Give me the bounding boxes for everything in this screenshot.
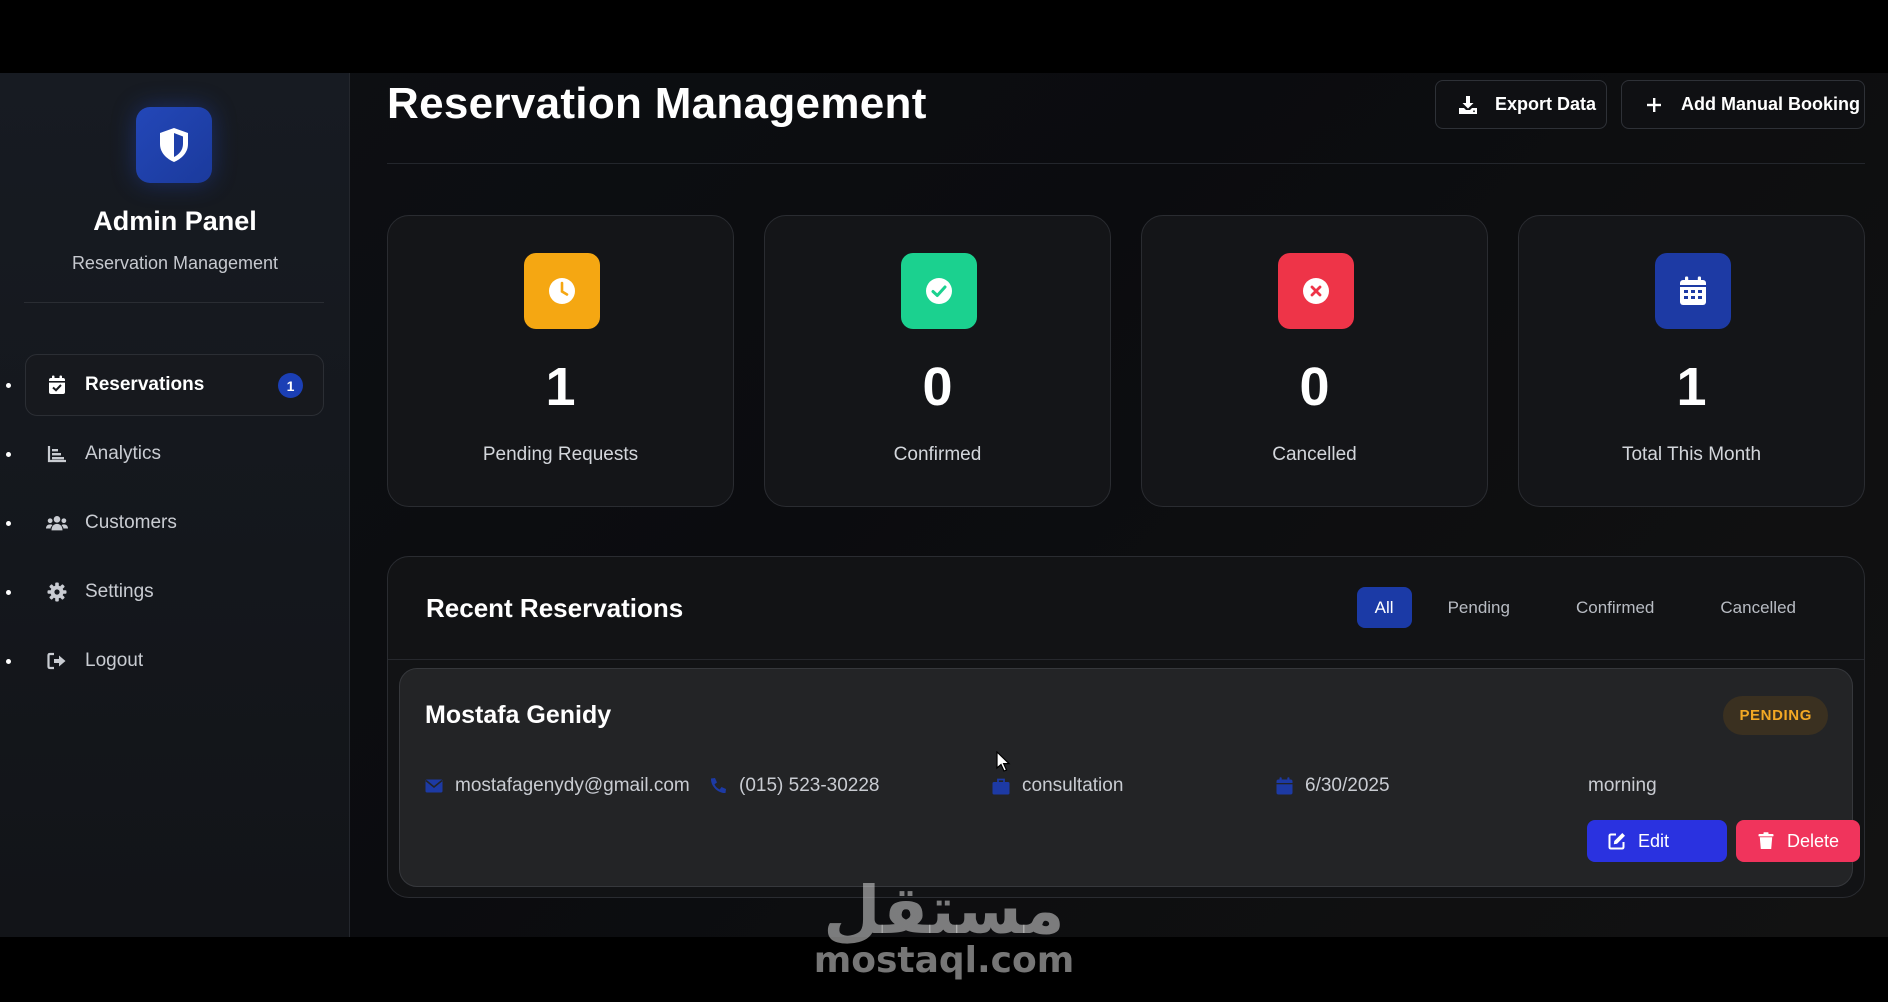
filter-tab-all[interactable]: All [1356,587,1412,628]
phone-field: (015) 523-30228 [709,775,880,797]
stat-value: 0 [922,357,953,417]
shield-logo [136,107,212,183]
list-bullet [6,521,11,526]
stat-value: 0 [1299,357,1330,417]
phone-value: (015) 523-30228 [739,775,880,796]
export-data-button[interactable]: Export Data [1435,80,1607,129]
check-circle-icon [926,278,952,304]
sidebar-item-settings[interactable]: Settings [0,561,350,623]
time-value: morning [1588,775,1657,796]
export-data-label: Export Data [1495,94,1597,114]
phone-icon [709,777,727,795]
shield-icon [160,128,188,162]
reservation-card: Mostafa Genidy PENDING mostafagenydy@gma… [399,668,1860,887]
date-field: 6/30/2025 [1275,775,1390,797]
sidebar-item-analytics[interactable]: Analytics [0,423,350,485]
recent-reservations-panel: Recent Reservations All Pending Confirme… [387,556,1865,898]
calendar-icon [1680,276,1706,305]
list-bullet [6,383,11,388]
brand-subtitle: Reservation Management [71,253,279,273]
date-value: 6/30/2025 [1305,775,1390,796]
mouse-cursor-icon [996,751,1011,772]
time-field: morning [1588,775,1657,797]
briefcase-icon [992,777,1010,795]
sidebar-item-reservations[interactable]: Reservations 1 [0,354,350,416]
app-frame: Admin Panel Reservation Management Reser… [0,73,1888,937]
sidebar-item-label: Logout [85,650,144,671]
stat-icon-box [1278,253,1354,329]
stat-label: Pending Requests [482,444,639,465]
download-icon [1457,94,1479,116]
stat-label: Cancelled [1272,444,1357,465]
stat-card-cancelled: 0 Cancelled [1141,215,1488,507]
filter-tab-cancelled[interactable]: Cancelled [1690,587,1826,628]
customer-name: Mostafa Genidy [425,701,612,729]
sidebar-item-logout[interactable]: Logout [0,630,350,692]
filter-tab-confirmed[interactable]: Confirmed [1546,587,1684,628]
gear-icon [46,582,68,602]
edit-label: Edit [1638,830,1670,851]
bar-chart-icon [46,444,68,464]
stat-value: 1 [545,357,576,417]
panel-divider [388,659,1864,660]
stat-label: Total This Month [1621,444,1762,465]
sidebar: Admin Panel Reservation Management Reser… [0,73,350,937]
delete-label: Delete [1787,830,1840,851]
stat-icon-box [524,253,600,329]
email-field: mostafagenydy@gmail.com [425,775,690,797]
sidebar-item-label: Customers [85,512,177,533]
service-value: consultation [1022,775,1124,796]
filter-tab-pending[interactable]: Pending [1418,587,1540,628]
sidebar-nav: Reservations 1 Analytics Customers Setti… [0,354,350,699]
brand-title: Admin Panel [93,206,257,236]
status-filter-tabs: All Pending Confirmed Cancelled [1356,587,1826,628]
calendar-icon [1275,777,1293,795]
sidebar-item-label: Settings [85,581,154,602]
header-divider [387,163,1865,164]
add-manual-booking-button[interactable]: Add Manual Booking [1621,80,1865,129]
stat-icon-box [901,253,977,329]
page-title: Reservation Management [387,79,927,128]
sidebar-item-customers[interactable]: Customers [0,492,350,554]
stat-label: Confirmed [893,444,982,465]
x-circle-icon [1303,278,1329,304]
sidebar-item-label: Reservations [85,374,205,395]
list-bullet [6,659,11,664]
list-bullet [6,452,11,457]
stat-card-total-month: 1 Total This Month [1518,215,1865,507]
list-bullet [6,590,11,595]
clock-icon [549,278,575,304]
stat-value: 1 [1676,357,1707,417]
edit-icon [1608,832,1626,850]
stat-icon-box [1655,253,1731,329]
add-manual-booking-label: Add Manual Booking [1681,94,1860,114]
plus-icon [1643,94,1665,116]
service-field: consultation [992,775,1123,797]
panel-title: Recent Reservations [426,593,684,623]
stat-card-confirmed: 0 Confirmed [764,215,1111,507]
sidebar-divider [24,302,324,303]
watermark-latin: mostaql.com [813,940,1075,981]
sidebar-item-label: Analytics [85,443,162,464]
envelope-icon [425,777,443,795]
users-icon [46,513,68,533]
watermark-arabic: مستقل [823,872,1065,949]
trash-icon [1757,832,1775,850]
delete-button[interactable]: Delete [1736,820,1860,862]
email-value: mostafagenydy@gmail.com [455,775,690,796]
logout-icon [46,651,68,671]
status-badge: PENDING [1723,696,1828,735]
reservations-count-badge: 1 [278,373,303,398]
stat-card-pending: 1 Pending Requests [387,215,734,507]
edit-button[interactable]: Edit [1587,820,1727,862]
calendar-check-icon [46,375,68,395]
